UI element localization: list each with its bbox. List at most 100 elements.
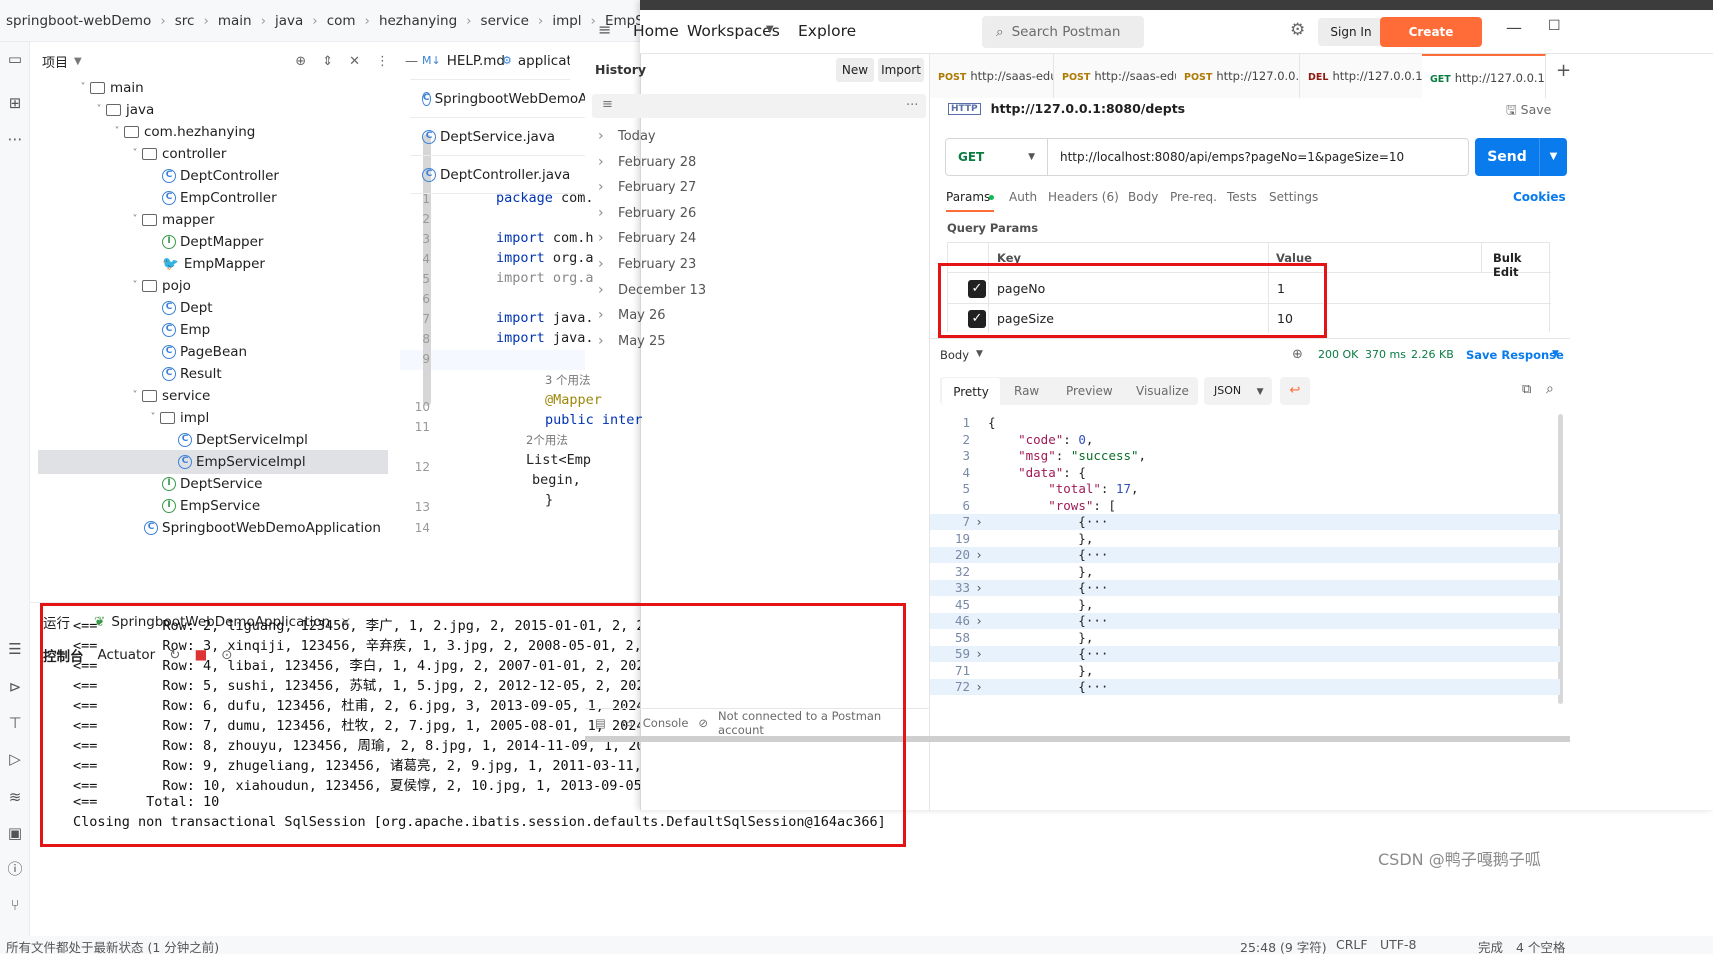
history-group[interactable]: › May 25 <box>598 329 666 353</box>
cursor-position[interactable]: 25:48 (9 字符) <box>1240 937 1327 954</box>
param-key[interactable]: pageNo <box>997 281 1045 296</box>
tab-params[interactable]: Params <box>946 190 990 204</box>
breadcrumb-item[interactable]: com <box>327 13 356 29</box>
tree-item[interactable]: C Dept <box>162 296 213 320</box>
method-params[interactable]: begin, <box>532 472 581 488</box>
breadcrumb-item[interactable]: main <box>218 13 252 29</box>
method-select[interactable]: GET ▼ <box>946 139 1048 175</box>
param-key[interactable]: pageSize <box>997 311 1054 326</box>
more-icon[interactable]: ··· <box>906 98 918 113</box>
cookies-link[interactable]: Cookies <box>1513 190 1566 204</box>
indent-status[interactable]: 4 个空格 <box>1516 937 1565 954</box>
build-icon[interactable]: ⊤ <box>6 714 24 732</box>
tree-item[interactable]: ˅ pojo <box>128 274 191 298</box>
database-icon[interactable]: ☰ <box>6 640 24 658</box>
param-value[interactable]: 1 <box>1277 281 1285 296</box>
chevron-down-icon[interactable]: ˅ <box>110 120 124 144</box>
param-value[interactable]: 10 <box>1277 311 1293 326</box>
tab-auth[interactable]: Auth <box>1009 190 1037 204</box>
tree-item[interactable]: C DeptController <box>162 164 279 188</box>
save-response-button[interactable]: Save Response <box>1466 348 1564 362</box>
bulk-edit-link[interactable]: Bulk Edit <box>1493 251 1549 279</box>
breadcrumb-item[interactable]: impl <box>552 13 581 29</box>
history-group[interactable]: › February 28 <box>598 150 696 174</box>
nav-home[interactable]: Home <box>633 22 679 40</box>
tree-item[interactable]: C EmpServiceImpl <box>38 450 388 474</box>
code-line[interactable]: import org.a <box>496 250 594 266</box>
fold-chevron-icon[interactable]: › <box>970 547 988 563</box>
gear-icon[interactable]: ⚙ <box>1290 20 1305 40</box>
breadcrumb-item[interactable]: service <box>481 13 529 29</box>
chevron-down-icon[interactable]: ˅ <box>76 76 90 100</box>
encoding[interactable]: UTF-8 <box>1380 937 1416 952</box>
minimize-icon[interactable]: — <box>1506 18 1522 37</box>
fold-chevron-icon[interactable]: › <box>970 646 988 662</box>
new-button[interactable]: New <box>836 58 874 82</box>
fold-chevron-icon[interactable]: › <box>970 514 988 530</box>
search-icon[interactable]: ⌕ <box>1546 381 1554 397</box>
options-icon[interactable]: ⋮ <box>376 54 389 69</box>
save-button[interactable]: 🖫 Save <box>1506 101 1551 122</box>
request-tab[interactable]: POST http://saas-edu- <box>1054 54 1178 98</box>
breadcrumb-item[interactable]: springboot-webDemo <box>6 13 151 29</box>
format-select[interactable]: JSON ▼ <box>1204 377 1272 405</box>
closing-brace[interactable]: } <box>545 492 553 508</box>
fold-chevron-icon[interactable]: › <box>970 679 988 695</box>
history-group[interactable]: › February 27 <box>598 175 696 199</box>
url-input[interactable]: http://localhost:8080/api/emps?pageNo=1&… <box>1048 150 1404 164</box>
usages-hint[interactable]: 2个用法 <box>526 432 568 448</box>
response-size[interactable]: 2.26 KB <box>1411 348 1454 361</box>
request-tab[interactable]: DELhttp://127.0.0.1:80 <box>1300 54 1424 98</box>
history-group[interactable]: › December 13 <box>598 278 706 302</box>
tree-item[interactable]: C DeptServiceImpl <box>178 428 308 452</box>
tree-item[interactable]: ˅ main <box>76 76 144 100</box>
tab-settings[interactable]: Settings <box>1269 190 1318 204</box>
fold-chevron-icon[interactable]: › <box>970 613 988 629</box>
chevron-down-icon[interactable]: ˅ <box>92 98 106 122</box>
tree-item[interactable]: I EmpService <box>162 494 260 518</box>
chevron-down-icon[interactable]: ˅ <box>128 274 142 298</box>
code-line[interactable]: import org.a <box>496 270 594 286</box>
chevron-down-icon[interactable]: ˅ <box>128 208 142 232</box>
nav-explore[interactable]: Explore <box>798 22 856 40</box>
problems-icon[interactable]: ⓘ <box>6 860 24 878</box>
chevron-down-icon[interactable]: ▼ <box>74 56 82 67</box>
folder-icon[interactable]: ▭ <box>6 50 24 68</box>
tree-item[interactable]: C Result <box>162 362 222 386</box>
structure-icon[interactable]: ⊞ <box>6 94 24 112</box>
tab-body[interactable]: Body <box>1128 190 1158 204</box>
tab-visualize[interactable]: Visualize <box>1136 377 1189 405</box>
tab-pre-req-[interactable]: Pre-req. <box>1170 190 1217 204</box>
history-group[interactable]: › February 24 <box>598 226 696 250</box>
request-tab[interactable]: POSThttp://127.0.0.1:8 <box>1176 54 1300 98</box>
tree-item[interactable]: 🐦 EmpMapper <box>162 252 265 276</box>
editor-tab[interactable]: C DeptController.java <box>410 156 585 194</box>
usages-hint[interactable]: 3 个用法 <box>545 372 590 388</box>
run-icon[interactable]: ▷ <box>6 750 24 768</box>
tab-headers-[interactable]: Headers (6) <box>1048 190 1119 204</box>
tree-item[interactable]: C SpringbootWebDemoApplication <box>144 516 381 540</box>
layers-icon[interactable]: ≋ <box>6 788 24 806</box>
sidebar-toggle-icon[interactable]: ▤ <box>595 716 606 730</box>
tab-preview[interactable]: Preview <box>1066 377 1113 405</box>
editor-tab[interactable]: C DeptService.java <box>410 118 585 156</box>
locate-icon[interactable]: ⊕ <box>295 54 306 69</box>
tree-item[interactable]: C EmpController <box>162 186 277 210</box>
chevron-down-icon[interactable]: ▼ <box>1552 349 1559 359</box>
history-group[interactable]: › February 26 <box>598 201 696 225</box>
wrap-icon[interactable]: ↩ <box>1280 377 1310 405</box>
tab-raw[interactable]: Raw <box>1014 377 1039 405</box>
breadcrumb-item[interactable]: src <box>175 13 195 29</box>
annotation-line[interactable]: @Mapper <box>545 392 602 408</box>
chevron-down-icon[interactable]: ˅ <box>146 406 160 430</box>
tree-item[interactable]: I DeptMapper <box>162 230 263 254</box>
tree-item[interactable]: C Emp <box>162 318 210 342</box>
code-line[interactable]: package com. <box>496 190 594 206</box>
history-group[interactable]: › February 23 <box>598 252 696 276</box>
tree-item[interactable]: ˅ mapper <box>128 208 215 232</box>
git-icon[interactable]: ⑂ <box>6 896 24 914</box>
response-time[interactable]: 370 ms <box>1365 348 1406 361</box>
maximize-icon[interactable]: ☐ <box>1548 18 1561 34</box>
tree-item[interactable]: ˅ com.hezhanying <box>110 120 256 144</box>
terminal-icon[interactable]: ▣ <box>6 824 24 842</box>
